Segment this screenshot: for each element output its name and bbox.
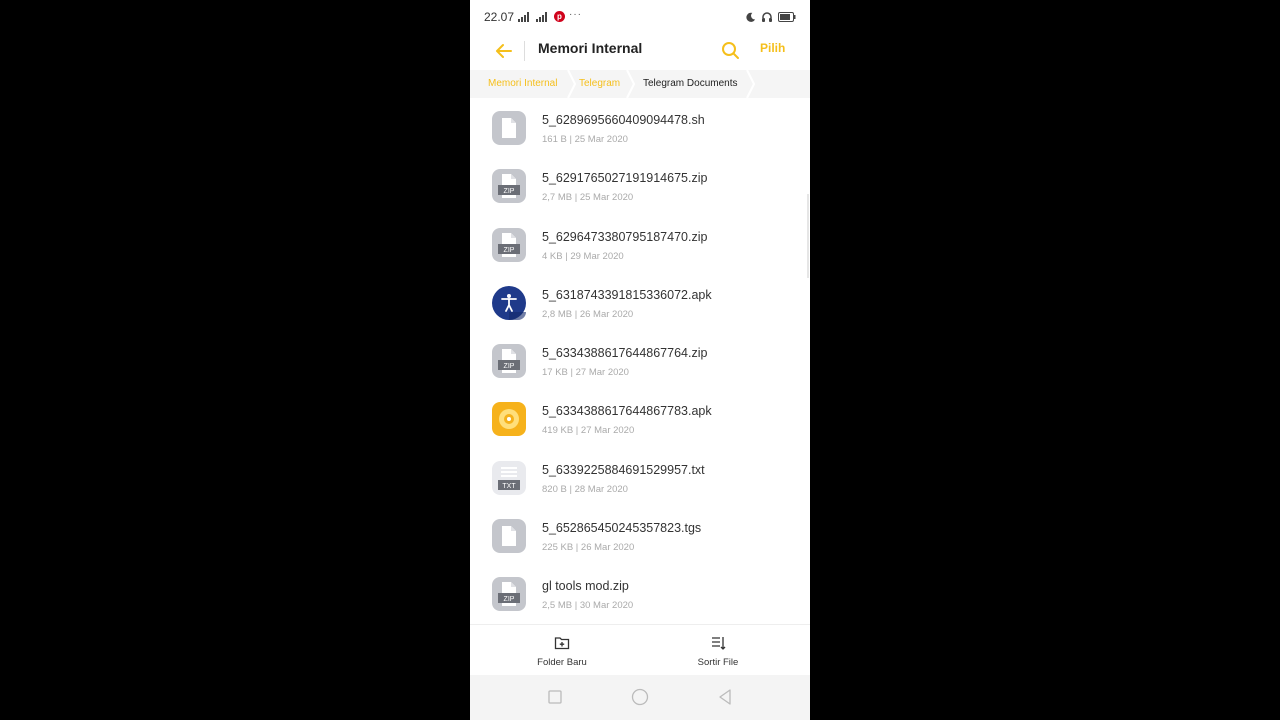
file-meta: 161 B | 25 Mar 2020 (542, 134, 628, 145)
file-row[interactable]: 5_6289695660409094478.sh 161 B | 25 Mar … (470, 98, 810, 156)
new-folder-button[interactable]: Folder Baru (507, 625, 617, 675)
file-meta: 419 KB | 27 Mar 2020 (542, 425, 635, 437)
zip-file-icon: ZIP (492, 227, 526, 262)
more-notifications-icon: ··· (569, 9, 582, 20)
file-row[interactable]: ZIP 5_6291765027191914675.zip 2,7 MB | 2… (470, 156, 810, 214)
file-name: 5_6296473380795187470.zip (542, 229, 708, 244)
file-name: 5_6318743391815336072.apk (542, 287, 712, 302)
file-name: gl tools mod.zip (542, 579, 629, 594)
scrollbar[interactable] (807, 194, 809, 278)
sort-files-label: Sortir File (697, 657, 739, 668)
file-row[interactable]: ZIP gl tools mod.zip 2,5 MB | 30 Mar 202… (470, 564, 810, 622)
generic-file-icon (492, 111, 526, 145)
breadcrumb-item-telegram[interactable]: Telegram (571, 70, 628, 98)
file-meta: 2,8 MB | 26 Mar 2020 (542, 308, 634, 320)
file-meta: 820 B | 28 Mar 2020 (542, 483, 628, 495)
new-folder-label: Folder Baru (537, 657, 587, 668)
signal-icon (518, 12, 529, 22)
txt-file-icon: TXT (492, 460, 526, 495)
zip-file-icon: ZIP (492, 577, 526, 612)
breadcrumb-separator-icon (746, 70, 755, 98)
svg-text:ZIP: ZIP (504, 247, 515, 254)
file-name: 5_6289695660409094478.sh (542, 113, 705, 127)
file-meta: 2,7 MB | 25 Mar 2020 (542, 192, 634, 204)
file-name: 5_6339225884691529957.txt (542, 462, 705, 477)
status-time: 22.07 (484, 10, 515, 24)
search-icon[interactable] (718, 38, 742, 62)
breadcrumb-item-memori-internal[interactable]: Memori Internal (480, 70, 565, 98)
back-nav-icon[interactable] (715, 687, 735, 707)
back-arrow-icon[interactable] (492, 39, 516, 63)
breadcrumb-separator-icon (626, 70, 635, 98)
generic-file-icon (492, 519, 526, 554)
home-icon[interactable] (630, 687, 650, 707)
file-meta: 4 KB | 29 Mar 2020 (542, 250, 624, 262)
recent-apps-icon[interactable] (545, 687, 565, 707)
file-name: 5_6334388617644867783.apk (542, 404, 712, 419)
svg-text:TXT: TXT (502, 483, 516, 490)
apk-app-icon (492, 402, 526, 437)
file-name: 5_6291765027191914675.zip (542, 171, 708, 186)
svg-text:ZIP: ZIP (504, 188, 515, 195)
select-button[interactable]: Pilih (760, 41, 785, 55)
file-name: 5_6334388617644867764.zip (542, 346, 708, 361)
header-divider (524, 41, 525, 61)
breadcrumb: Memori Internal Telegram Telegram Docume… (470, 70, 810, 98)
file-name: 5_652865450245357823.tgs (542, 521, 702, 536)
zip-file-icon: ZIP (492, 169, 526, 204)
file-row[interactable]: 5_6318743391815336072.apk 2,8 MB | 26 Ma… (470, 273, 810, 331)
app-header: Memori Internal Pilih (470, 34, 810, 68)
pinterest-icon: p (554, 11, 565, 22)
file-row[interactable]: 5_6334388617644867783.apk 419 KB | 27 Ma… (470, 389, 810, 447)
signal-icon-2 (536, 12, 547, 22)
svg-text:ZIP: ZIP (504, 596, 515, 603)
file-row[interactable]: 5_652865450245357823.tgs 225 KB | 26 Mar… (470, 506, 810, 564)
navigation-bar (470, 675, 810, 720)
bottom-toolbar: Folder Baru Sortir File (470, 624, 810, 675)
file-meta: 2,5 MB | 30 Mar 2020 (542, 600, 634, 612)
battery-icon (778, 12, 796, 22)
svg-text:ZIP: ZIP (504, 363, 515, 370)
phone-screen: 22.07 p ··· Memori Internal Pilih Memori… (470, 0, 810, 720)
add-folder-icon (554, 637, 570, 650)
moon-icon (746, 12, 756, 22)
zip-file-icon: ZIP (492, 344, 526, 379)
file-meta: 17 KB | 27 Mar 2020 (542, 367, 629, 379)
page-title: Memori Internal (538, 40, 643, 56)
status-bar: 22.07 p ··· (470, 0, 810, 34)
sort-icon (712, 637, 726, 650)
file-meta: 225 KB | 26 Mar 2020 (542, 542, 635, 554)
sort-files-button[interactable]: Sortir File (663, 625, 773, 675)
file-row[interactable]: ZIP 5_6296473380795187470.zip 4 KB | 29 … (470, 215, 810, 273)
file-list: 5_6289695660409094478.sh 161 B | 25 Mar … (470, 98, 810, 622)
file-row[interactable]: ZIP 5_6334388617644867764.zip 17 KB | 27… (470, 331, 810, 389)
status-right (745, 10, 796, 24)
headphones-icon (762, 12, 772, 22)
file-row[interactable]: TXT 5_6339225884691529957.txt 820 B | 28… (470, 448, 810, 506)
accessibility-app-icon (492, 285, 526, 320)
breadcrumb-item-telegram-documents[interactable]: Telegram Documents (635, 70, 745, 98)
